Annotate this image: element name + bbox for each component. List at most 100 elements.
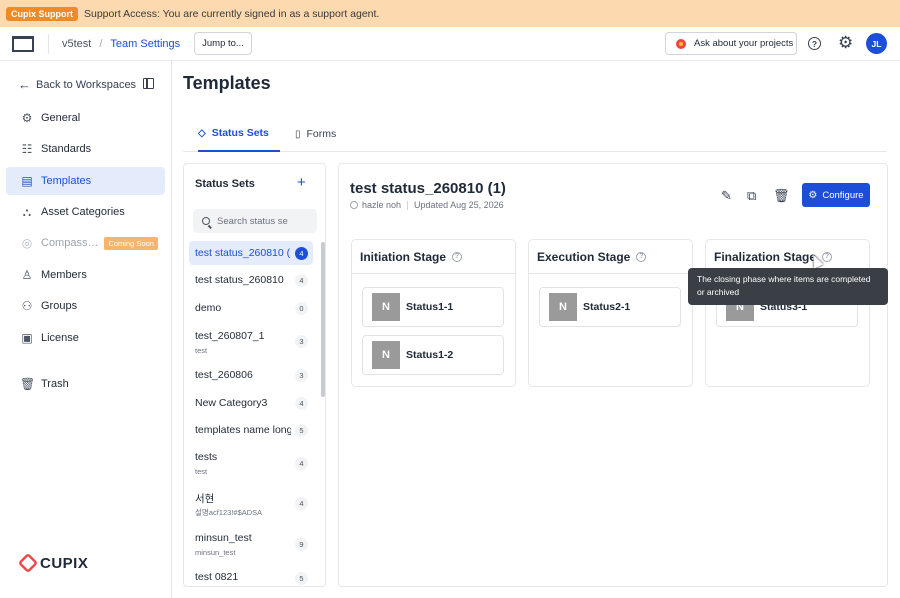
status-name: Status1-2	[406, 349, 454, 361]
brand-name: CUPIX	[40, 554, 89, 572]
search-input[interactable]	[217, 215, 307, 227]
sidebar-item-members[interactable]: ♙ Members	[6, 261, 165, 289]
status-set-item[interactable]: minsun_test minsun_test 9	[189, 526, 313, 560]
help-circle-icon[interactable]: ?	[636, 251, 647, 262]
status-card[interactable]: N Status1-2	[362, 335, 504, 375]
gear-icon: ⚙	[808, 189, 818, 201]
status-set-item[interactable]: tests test 4	[189, 445, 313, 479]
sidebar-item-label: Standards	[41, 143, 92, 155]
back-to-workspaces-link[interactable]: ← Back to Workspaces	[18, 77, 158, 92]
ask-projects-button[interactable]: Ask about your projects	[665, 32, 797, 55]
document-icon: ▯	[295, 128, 301, 140]
sidebar-item-templates[interactable]: ▤ Templates	[6, 167, 165, 195]
status-count-badge: 4	[295, 247, 308, 260]
categories-icon: ⛬	[22, 204, 32, 219]
gear-icon: ⚙	[21, 111, 33, 125]
support-tag: Cupix Support	[6, 6, 78, 21]
configure-button[interactable]: ⚙ Configure	[802, 183, 870, 207]
delete-trash-icon[interactable]: 🗑	[773, 188, 790, 204]
status-set-desc: minsun_test	[195, 548, 236, 557]
breadcrumb-workspace[interactable]: v5test	[62, 38, 91, 50]
status-set-item[interactable]: New Category3 4	[189, 391, 313, 415]
status-set-item[interactable]: test status_260810 4	[189, 268, 313, 292]
sidebar-item-license[interactable]: ▣ License	[6, 324, 165, 352]
collapse-sidebar-icon[interactable]	[143, 78, 154, 89]
status-set-item[interactable]: demo 0	[189, 296, 313, 320]
sidebar-item-compass: ◎ Compass … Coming Soon	[6, 229, 165, 257]
copy-icon[interactable]: ⧉	[747, 188, 756, 204]
configure-label: Configure	[822, 189, 864, 201]
status-count-badge: 4	[295, 274, 308, 287]
stage-card-execution: Execution Stage ? N Status2-1	[528, 239, 693, 387]
back-label: Back to Workspaces	[36, 78, 137, 91]
status-set-item[interactable]: test_260807_1 test 3	[189, 324, 313, 358]
list-scrollbar[interactable]	[321, 242, 325, 397]
status-count-badge: 3	[295, 335, 308, 348]
status-card[interactable]: N Status1-1	[362, 287, 504, 327]
sidebar-item-label: Templates	[41, 175, 92, 187]
sidebar-item-groups[interactable]: ⚇ Groups	[6, 292, 165, 320]
status-set-item[interactable]: test_260806 3	[189, 363, 313, 387]
status-set-item[interactable]: test 0821 5	[189, 566, 313, 586]
status-name: Status1-1	[406, 301, 454, 313]
status-set-name: minsun_test	[195, 532, 252, 544]
sidebar-item-label: Groups	[41, 300, 78, 312]
breadcrumb-current[interactable]: Team Settings	[110, 38, 180, 50]
status-sets-title: Status Sets	[195, 178, 255, 190]
status-name: Status2-1	[583, 301, 631, 313]
add-status-set-icon[interactable]: +	[297, 174, 306, 191]
sidebar-item-trash[interactable]: 🗑 Trash	[6, 370, 165, 398]
tab-label: Forms	[306, 128, 337, 140]
status-set-name: tests	[195, 451, 218, 463]
status-count-badge: 3	[295, 369, 308, 382]
tab-status-sets[interactable]: ◇ Status Sets	[198, 116, 280, 152]
status-set-name: New Category3	[195, 397, 268, 409]
jump-to-button[interactable]: Jump to...	[194, 32, 252, 55]
tab-forms[interactable]: ▯ Forms	[295, 116, 336, 152]
status-set-name: test status_260810	[195, 274, 284, 286]
template-icon: ▤	[21, 174, 33, 188]
stage-name: Execution Stage	[537, 249, 631, 264]
app-logo-icon[interactable]	[12, 35, 34, 52]
support-text: Support Access: You are currently signed…	[84, 7, 380, 20]
stage-header: Execution Stage ?	[529, 240, 692, 274]
status-set-search[interactable]	[193, 209, 317, 233]
user-icon	[350, 201, 358, 209]
sidebar-item-general[interactable]: ⚙ General	[6, 104, 165, 132]
sidebar-item-label: License	[41, 332, 79, 344]
status-set-desc: 설명acf123!#$ADSA	[195, 508, 263, 517]
status-set-item[interactable]: test status_260810 (1) 4	[189, 241, 313, 265]
sidebar-item-standards[interactable]: ☷ Standards	[6, 135, 165, 163]
status-set-desc: test	[195, 467, 208, 476]
tab-label: Status Sets	[211, 127, 269, 139]
status-set-name: demo	[195, 302, 222, 314]
status-set-item[interactable]: 서현 설명acf123!#$ADSA 4	[189, 485, 313, 519]
status-count-badge: 5	[295, 572, 308, 585]
status-set-name: test_260807_1	[195, 330, 265, 342]
sidebar-item-asset-categories[interactable]: ⛬ Asset Categories	[6, 198, 165, 226]
help-circle-icon[interactable]: ?	[452, 251, 463, 262]
settings-gear-icon[interactable]: ⚙	[838, 33, 853, 53]
header-divider	[48, 33, 49, 54]
sidebar-item-label: Members	[41, 269, 87, 281]
person-icon: ♙	[21, 268, 33, 282]
help-icon[interactable]: ?	[808, 37, 821, 50]
edit-pencil-icon[interactable]: ✎	[721, 188, 732, 204]
sidebar-item-label: Asset Categories	[41, 206, 125, 218]
user-avatar[interactable]: JL	[866, 33, 887, 54]
meta-divider	[407, 200, 409, 210]
status-set-meta: hazle noh Updated Aug 25, 2026	[350, 200, 504, 210]
status-set-name: test_260806	[195, 369, 253, 381]
stage-card-initiation: Initiation Stage ? N Status1-1 N Status1…	[351, 239, 516, 387]
sidebar-item-label: Trash	[41, 378, 69, 390]
status-set-name: 서현	[195, 493, 215, 505]
status-sets-panel: Status Sets + test status_260810 (1) 4 t…	[183, 163, 326, 587]
status-card[interactable]: N Status2-1	[539, 287, 681, 327]
status-count-badge: 9	[295, 538, 308, 551]
compass-icon: ◎	[21, 236, 33, 250]
status-count-badge: 4	[295, 497, 308, 510]
status-letter-icon: N	[372, 293, 400, 321]
help-circle-icon[interactable]: ?	[822, 251, 833, 262]
tag-icon: ◇	[198, 127, 206, 139]
status-set-item[interactable]: templates name long 5	[189, 418, 313, 442]
